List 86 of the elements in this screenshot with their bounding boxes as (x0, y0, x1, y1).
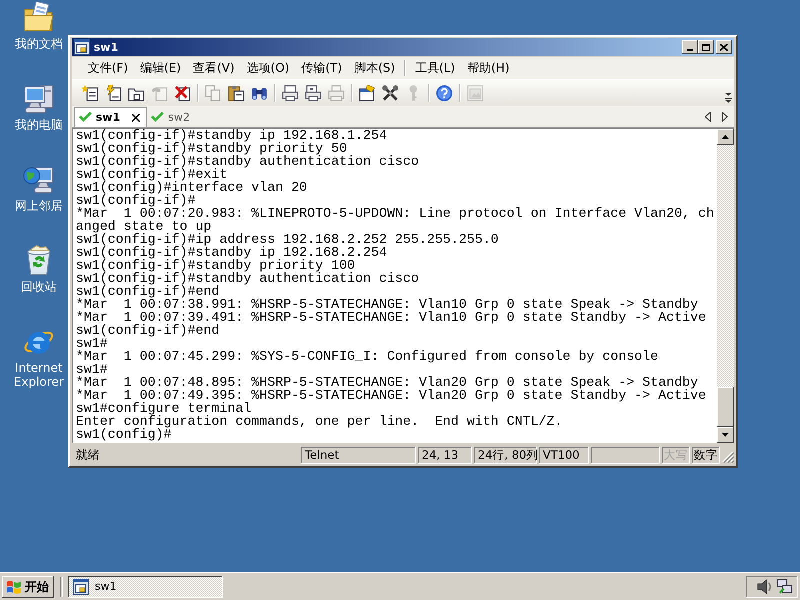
maximize-button[interactable] (698, 40, 714, 54)
scrollbar-thumb[interactable] (717, 387, 734, 427)
terminal-line: sw1(config-if)#ip address 192.168.2.252 255.255.255.0 (76, 233, 500, 246)
terminal-line: *Mar 1 00:07:39.491: %HSRP-5-STATECHANGE: Vlan10 Grp 0 state Standby -> Active (76, 311, 708, 324)
printer-page-icon (282, 84, 299, 102)
desktop-icon-label[interactable]: 我的电脑 (15, 118, 63, 132)
start-button[interactable]: 开始 (2, 576, 54, 598)
menu-item[interactable]: 工具(L) (409, 58, 462, 78)
terminal-line: sw1(config-if)#standby authentication cisco (76, 155, 420, 168)
key-indicator: 数字 (692, 446, 720, 464)
star-document-icon (82, 84, 99, 102)
menu-item[interactable]: 查看(V) (187, 58, 241, 78)
session-tab[interactable]: sw1 (74, 107, 148, 127)
terminal-window-icon (74, 39, 90, 55)
close-icon (720, 44, 728, 50)
status-panel: VT100 (539, 446, 589, 464)
terminal-line: sw1(config-if)#standby ip 192.168.1.254 (76, 129, 388, 142)
status-panel: 24, 13 (418, 446, 472, 464)
terminal-line: sw1(config)#interface vlan 20 (76, 181, 308, 194)
terminal-line: sw1(config-if)#standby authentication cisco (76, 272, 420, 285)
right-triangle-icon[interactable] (722, 112, 728, 122)
terminal-line: anged state to up (76, 220, 213, 233)
document-arrows-icon (151, 84, 168, 102)
computer-icon[interactable] (23, 83, 55, 115)
copy-icon (205, 84, 222, 102)
menu-item[interactable]: 脚本(S) (348, 58, 402, 78)
desktop-icon-label[interactable]: 网上邻居 (15, 199, 63, 213)
terminal-line: *Mar 1 00:07:48.895: %HSRP-5-STATECHANGE: Vlan20 Grp 0 state Speak -> Standby (76, 376, 698, 389)
triangle-down-icon (722, 433, 729, 437)
session-tab[interactable]: sw2 (147, 108, 196, 127)
scrollbar-track[interactable] (717, 129, 734, 443)
terminal-line: *Mar 1 00:07:20.983: %LINEPROTO-5-UPDOWN: Line protocol on Interface Vlan20, ch (76, 207, 716, 220)
terminal-line: sw1# (76, 363, 109, 376)
printer-page-icon (305, 84, 322, 102)
terminal-line: sw1(config-if)#end (76, 285, 220, 298)
terminal-line: sw1(config-if)#standby priority 50 (76, 142, 348, 155)
clipboard-icon (228, 84, 245, 102)
windows-flag-icon (6, 580, 22, 594)
terminal-line: sw1(config-if)#end (76, 324, 221, 337)
size-grip-icon[interactable] (722, 451, 734, 463)
tools-icon (382, 84, 399, 102)
window-title: sw1 (94, 40, 118, 54)
terminal-line: sw1(config-if)#standby ip 192.168.2.254 (76, 246, 388, 259)
left-triangle-icon[interactable] (705, 112, 711, 122)
terminal-line: sw1(config)# (76, 428, 172, 441)
terminal-line: sw1(config-if)#exit (76, 168, 228, 181)
status-panel (591, 446, 660, 464)
terminal-window-icon (73, 578, 89, 594)
terminal-line: sw1(config-if)#standby priority 100 (76, 259, 356, 272)
window-picture-icon (467, 84, 484, 102)
status-panel: 24行, 80列 (474, 446, 537, 464)
scroll-down-button[interactable] (717, 427, 734, 443)
menu-item[interactable]: 传输(T) (296, 58, 348, 78)
terminal-line: *Mar 1 00:07:38.991: %HSRP-5-STATECHANGE: Vlan10 Grp 0 state Speak -> Standby (76, 298, 698, 311)
close-icon[interactable] (132, 114, 140, 122)
maximize-icon (702, 44, 710, 50)
minimize-button[interactable] (682, 40, 698, 54)
cross-document-icon (174, 84, 191, 102)
terminal-line: sw1(config-if)# (76, 194, 196, 207)
lightning-document-icon (105, 84, 122, 102)
terminal-line: sw1#configure terminal (76, 402, 252, 415)
desktop-icon-label[interactable]: 回收站 (21, 280, 57, 294)
triangle-up-icon (722, 135, 729, 139)
terminal-pane[interactable] (72, 128, 734, 443)
status-panel: Telnet (301, 446, 416, 464)
desktop-icon-label[interactable]: Internet Explorer (7, 361, 71, 389)
terminal-line: *Mar 1 00:07:49.395: %HSRP-5-STATECHANGE: Vlan20 Grp 0 state Standby -> Active (76, 389, 708, 402)
printer-icon (328, 84, 345, 102)
status-message: 就绪 (75, 446, 101, 464)
terminal-line: sw1# (76, 337, 108, 350)
menu-item[interactable]: 选项(O) (240, 58, 296, 78)
speaker-icon[interactable] (757, 578, 773, 594)
folder-document-icon[interactable] (23, 2, 55, 34)
menu-item[interactable]: 帮助(H) (461, 58, 516, 78)
help-icon (436, 84, 453, 102)
close-button[interactable] (716, 40, 732, 54)
network-icon[interactable] (777, 578, 793, 594)
taskbar-button[interactable]: sw1 (68, 576, 223, 598)
desktop-icon-label[interactable]: 我的文档 (15, 37, 63, 51)
window-options-icon (359, 84, 376, 102)
toolbar-overflow-icon[interactable] (725, 93, 732, 103)
terminal-line: Enter configuration commands, one per line. End with CNTL/Z. (76, 415, 564, 428)
menu-item[interactable]: 编辑(E) (134, 58, 188, 78)
terminal-line: *Mar 1 00:07:45.299: %SYS-5-CONFIG_I: Configured from console by console (76, 350, 660, 363)
menu-item[interactable]: 文件(F) (82, 58, 134, 78)
scroll-up-button[interactable] (717, 129, 734, 145)
